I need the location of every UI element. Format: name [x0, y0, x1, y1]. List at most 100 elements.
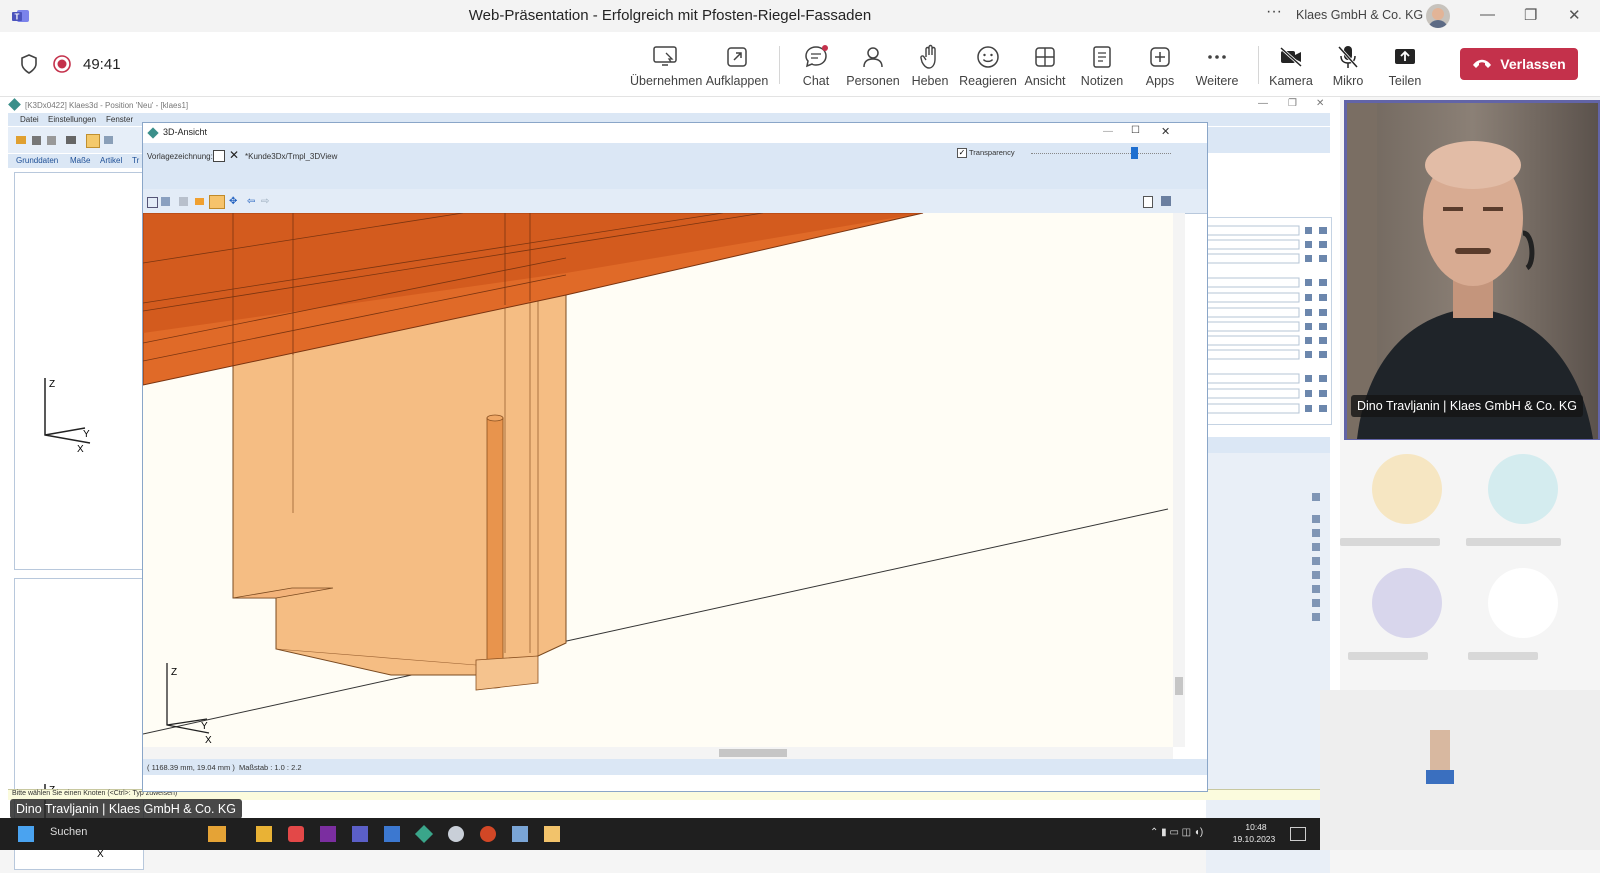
vertical-scroll-thumb[interactable]: [1175, 677, 1183, 695]
zoom-fit-icon[interactable]: [147, 197, 158, 208]
3d-close-icon[interactable]: ✕: [1161, 125, 1170, 138]
windows-taskbar: Suchen ⌃ ▮ ▭ ◫ ◖) 10:48 19.10.2023: [0, 818, 1340, 850]
save-icon[interactable]: [32, 136, 41, 145]
user-avatar[interactable]: [1426, 4, 1450, 28]
participant-name-blurred: [1340, 538, 1440, 546]
move-icon[interactable]: ✥: [229, 197, 237, 207]
teilen-button[interactable]: Teilen: [1370, 44, 1440, 88]
orbit-icon[interactable]: [209, 195, 225, 209]
zoom-window-icon[interactable]: [161, 197, 170, 206]
horizontal-scrollbar[interactable]: [143, 747, 1173, 759]
folder-icon[interactable]: [256, 826, 272, 842]
template-clear-icon[interactable]: ✕: [229, 148, 239, 162]
undo-icon[interactable]: [86, 134, 100, 148]
3d-view-titlebar: 3D-Ansicht — ☐ ✕: [143, 123, 1207, 143]
pop-out-icon: [702, 44, 772, 70]
transparency-slider-track[interactable]: [1031, 153, 1171, 155]
template-path: *Kunde3Dx/Tmpl_3DView: [245, 152, 338, 161]
save-all-icon[interactable]: [47, 136, 56, 145]
uebernehmen-button[interactable]: Übernehmen: [630, 44, 702, 88]
participant-tile[interactable]: [1372, 568, 1442, 638]
cad-minimize-icon[interactable]: —: [1258, 98, 1268, 109]
phone-hangup-icon: [1472, 56, 1492, 72]
participant-name-blurred: [1466, 538, 1561, 546]
teams-taskbar-icon[interactable]: [352, 826, 368, 842]
transparency-slider-thumb[interactable]: [1131, 147, 1138, 159]
more-options-icon[interactable]: ···: [1266, 3, 1282, 21]
klaes-logo-icon: [8, 98, 21, 111]
menu-fenster[interactable]: Fenster: [106, 115, 133, 124]
weitere-label: Weitere: [1195, 74, 1239, 88]
axis-indicator: Z Y X: [44, 378, 91, 453]
klaes-logo-icon: [147, 127, 159, 139]
cad-restore-icon[interactable]: ❐: [1288, 98, 1297, 109]
axis-y-label: Y: [201, 721, 208, 732]
transparency-checkbox[interactable]: ✓: [957, 148, 967, 158]
weitere-button[interactable]: Weitere: [1182, 44, 1252, 88]
app-icon[interactable]: [384, 826, 400, 842]
taskbar-time: 10:48: [1245, 822, 1267, 832]
menu-datei[interactable]: Datei: [20, 115, 39, 124]
klaes-taskbar-icon[interactable]: [414, 824, 434, 844]
left-view-top[interactable]: Z Y X: [14, 172, 144, 570]
security-app-icon[interactable]: [288, 826, 304, 842]
vertical-scrollbar[interactable]: [1173, 213, 1185, 747]
system-tray-icons[interactable]: ⌃ ▮ ▭ ◫ ◖): [1150, 827, 1203, 838]
tab-masse[interactable]: Maße: [70, 156, 90, 165]
forward-arrow-icon[interactable]: ⇨: [261, 196, 269, 207]
pan-icon[interactable]: [195, 198, 204, 205]
template-select-icon[interactable]: [213, 150, 225, 162]
3d-view-window: 3D-Ansicht — ☐ ✕ Vorlagezeichnung: ✕ *Ku…: [142, 122, 1208, 792]
participant-name-blurred: [1348, 652, 1428, 660]
menu-einstellungen[interactable]: Einstellungen: [48, 115, 96, 124]
tab-grunddaten[interactable]: Grunddaten: [16, 156, 58, 165]
app-icon[interactable]: [512, 826, 528, 842]
rotate-icon[interactable]: [179, 197, 188, 206]
cloud-app-icon[interactable]: [448, 826, 464, 842]
document-icon[interactable]: [1143, 196, 1153, 208]
3d-maximize-icon[interactable]: ☐: [1131, 125, 1140, 136]
organization-name[interactable]: Klaes GmbH & Co. KG: [1296, 8, 1423, 22]
open-folder-icon[interactable]: [16, 136, 26, 144]
windows-start-icon[interactable]: [18, 826, 34, 842]
3d-viewport[interactable]: Z Y X: [143, 213, 1173, 747]
window-title: Web-Präsentation - Erfolgreich mit Pfost…: [468, 7, 872, 24]
presenter-video-tile[interactable]: Dino Travljanin | Klaes GmbH & Co. KG: [1344, 100, 1600, 442]
tab-artikel[interactable]: Artikel: [100, 156, 122, 165]
presenter-name-label: Dino Travljanin | Klaes GmbH & Co. KG: [1351, 395, 1583, 417]
cad-close-icon[interactable]: ✕: [1316, 98, 1324, 109]
taskbar-search[interactable]: Suchen: [50, 826, 87, 838]
active-app-icon[interactable]: [544, 826, 560, 842]
shield-icon[interactable]: [20, 54, 38, 79]
aufklappen-button[interactable]: Aufklappen: [702, 44, 772, 88]
shared-screen: [K3Dx0422] Klaes3d - Position 'Neu' - [k…: [0, 97, 1340, 873]
file-explorer-icon[interactable]: [208, 826, 226, 842]
more-icon: [1182, 44, 1252, 70]
recording-icon: [53, 55, 71, 78]
participant-tile[interactable]: [1488, 568, 1558, 638]
notification-icon[interactable]: [1290, 827, 1306, 841]
minimize-button[interactable]: —: [1480, 6, 1495, 23]
print-icon[interactable]: [66, 136, 76, 144]
back-arrow-icon[interactable]: ⇦: [247, 196, 255, 207]
restore-button[interactable]: ❐: [1524, 6, 1537, 24]
participant-tile[interactable]: [1372, 454, 1442, 524]
axis-x-label: X: [205, 735, 212, 746]
close-button[interactable]: ✕: [1568, 6, 1581, 24]
participant-avatar: [1488, 454, 1558, 524]
participant-tile[interactable]: [1488, 454, 1558, 524]
onenote-icon[interactable]: [320, 826, 336, 842]
axis-z-label: Z: [171, 667, 177, 678]
toolbar-divider: [779, 46, 780, 84]
self-view-tile[interactable]: [1320, 690, 1600, 850]
horizontal-scroll-thumb[interactable]: [719, 749, 787, 757]
redo-icon[interactable]: [104, 136, 113, 144]
tab-tr[interactable]: Tr: [132, 156, 139, 165]
cad-tabs: Grunddaten Maße Artikel Tr: [8, 154, 142, 168]
3d-minimize-icon[interactable]: —: [1103, 126, 1113, 137]
panel-header: [1206, 437, 1330, 453]
teilen-label: Teilen: [1388, 74, 1422, 88]
print-preview-icon[interactable]: [1161, 196, 1171, 206]
leave-button[interactable]: Verlassen: [1460, 48, 1578, 80]
powerpoint-icon[interactable]: [480, 826, 496, 842]
